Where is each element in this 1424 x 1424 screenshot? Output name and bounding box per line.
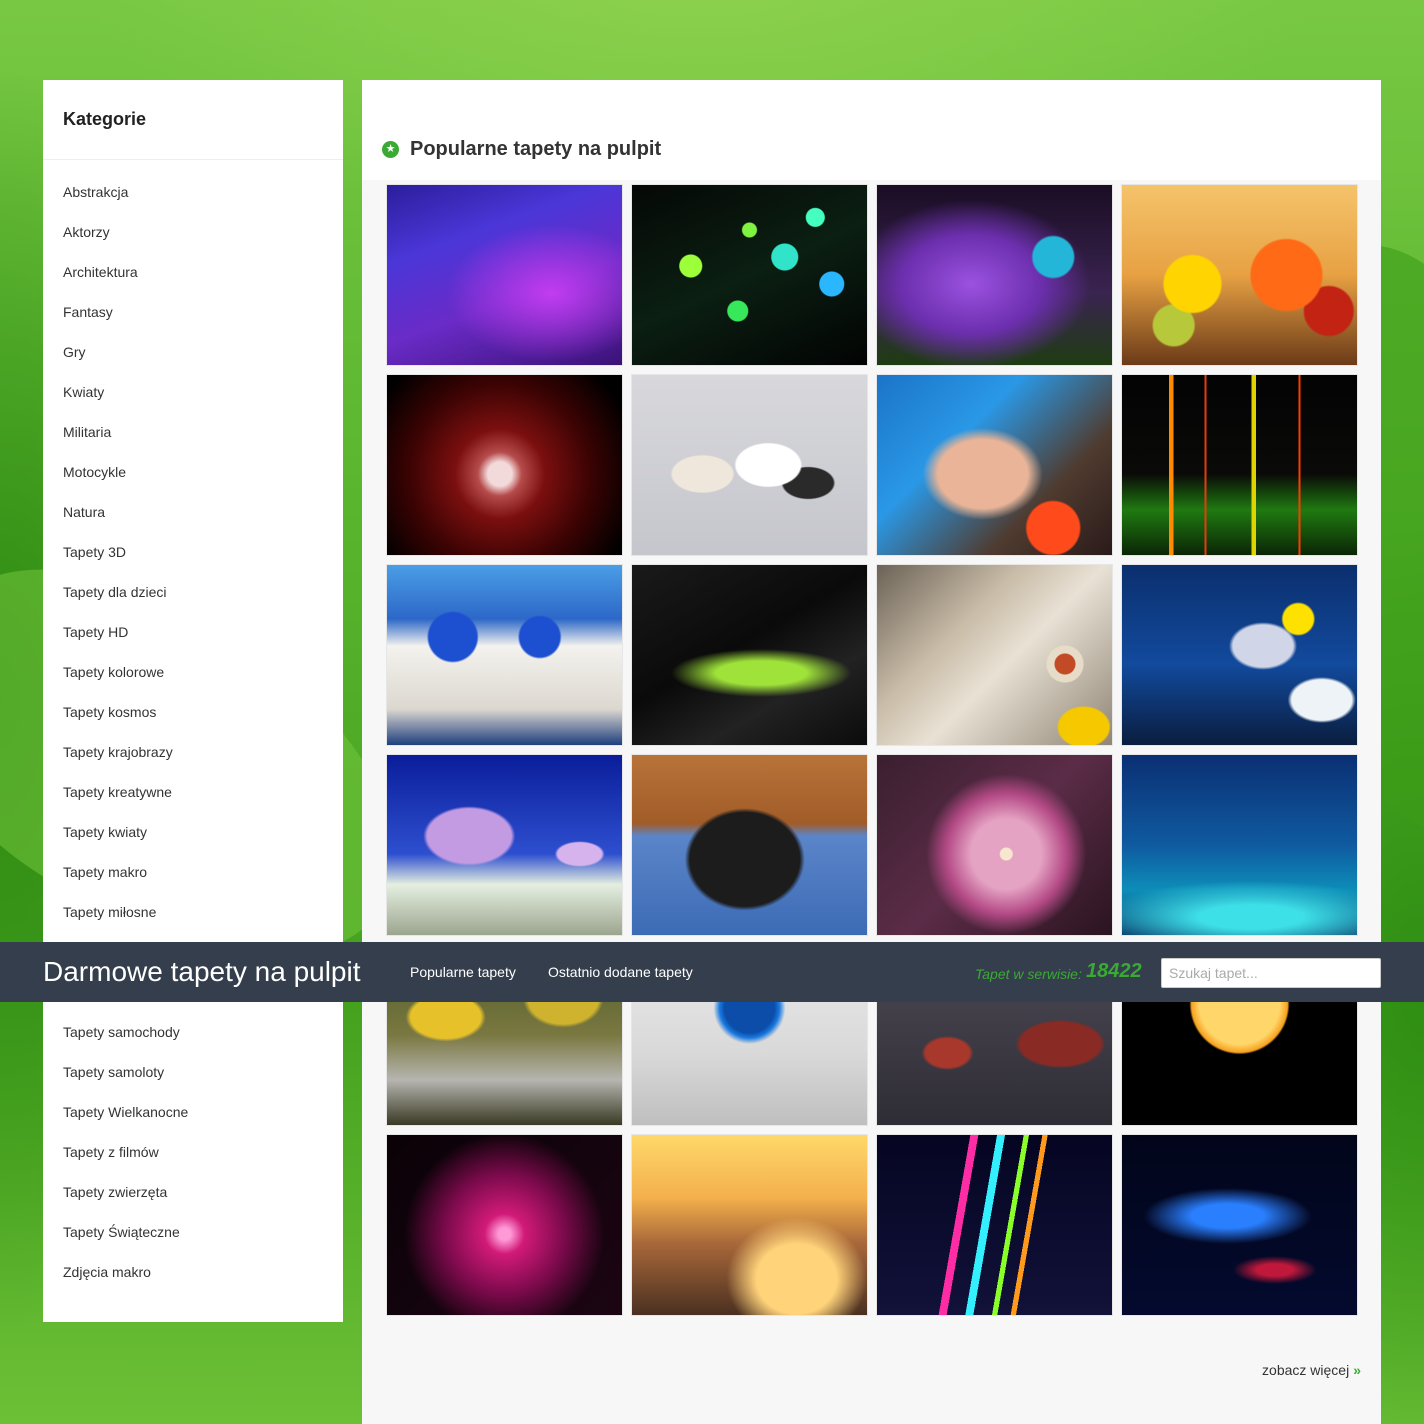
wallpaper-thumbnail[interactable] (1122, 185, 1357, 365)
category-link[interactable]: Natura (43, 492, 343, 532)
see-more-link[interactable]: zobacz więcej» (1262, 1362, 1361, 1378)
section-title: Popularne tapety na pulpit (410, 138, 662, 160)
wallpaper-thumbnail[interactable] (877, 565, 1112, 745)
wallpaper-thumbnail[interactable] (632, 375, 867, 555)
main-header-area (362, 80, 1381, 180)
category-link[interactable]: Tapety makro (43, 852, 343, 892)
main-panel: ★ Popularne tapety na pulpit zobacz więc… (362, 80, 1381, 1424)
wallpaper-thumbnail[interactable] (387, 565, 622, 745)
category-link[interactable]: Tapety kolorowe (43, 652, 343, 692)
wallpaper-thumbnail[interactable] (387, 1135, 622, 1315)
category-link[interactable]: Tapety kreatywne (43, 772, 343, 812)
category-link[interactable]: Tapety Świąteczne (43, 1212, 343, 1252)
category-link[interactable]: Tapety kosmos (43, 692, 343, 732)
wallpaper-thumbnail[interactable] (877, 755, 1112, 935)
wallpaper-thumbnail[interactable] (877, 375, 1112, 555)
double-chevron-right-icon: » (1353, 1362, 1361, 1378)
wallpaper-thumbnail[interactable] (387, 185, 622, 365)
see-more-label: zobacz więcej (1262, 1362, 1350, 1378)
category-link[interactable]: Tapety zwierzęta (43, 1172, 343, 1212)
category-link[interactable]: Tapety krajobrazy (43, 732, 343, 772)
section-header: ★ Popularne tapety na pulpit (382, 138, 661, 161)
search-input[interactable] (1161, 958, 1381, 988)
wallpaper-thumbnail[interactable] (1122, 1135, 1357, 1315)
category-link[interactable]: Kwiaty (43, 372, 343, 412)
category-link[interactable]: Tapety kwiaty (43, 812, 343, 852)
categories-sidebar: Kategorie Abstrakcja Aktorzy Architektur… (43, 80, 343, 1322)
wallpaper-thumbnail[interactable] (1122, 375, 1357, 555)
category-link[interactable]: Tapety samoloty (43, 1052, 343, 1092)
category-link[interactable]: Tapety z filmów (43, 1132, 343, 1172)
wallpaper-count-label: Tapet w serwisie: (975, 966, 1082, 982)
wallpaper-thumbnail[interactable] (632, 1135, 867, 1315)
category-link[interactable]: Aktorzy (43, 212, 343, 252)
category-link[interactable]: Architektura (43, 252, 343, 292)
category-link[interactable]: Zdjęcia makro (43, 1252, 343, 1292)
category-link[interactable]: Tapety HD (43, 612, 343, 652)
wallpaper-thumbnail[interactable] (1122, 755, 1357, 935)
wallpaper-thumbnail[interactable] (387, 375, 622, 555)
wallpaper-thumbnail[interactable] (632, 185, 867, 365)
wallpaper-thumbnail[interactable] (387, 755, 622, 935)
wallpaper-count-value: 18422 (1086, 960, 1142, 982)
category-link[interactable]: Tapety samochody (43, 1012, 343, 1052)
category-link[interactable]: Tapety dla dzieci (43, 572, 343, 612)
star-circle-icon: ★ (382, 141, 399, 158)
top-navbar: Darmowe tapety na pulpit Popularne tapet… (0, 942, 1424, 1002)
category-link[interactable]: Abstrakcja (43, 172, 343, 212)
site-brand[interactable]: Darmowe tapety na pulpit (43, 956, 361, 988)
category-link[interactable]: Fantasy (43, 292, 343, 332)
sidebar-title: Kategorie (43, 80, 343, 160)
category-link[interactable]: Gry (43, 332, 343, 372)
nav-popular-wallpapers[interactable]: Popularne tapety (410, 964, 516, 980)
wallpaper-thumbnail[interactable] (632, 565, 867, 745)
category-link[interactable]: Tapety 3D (43, 532, 343, 572)
wallpaper-thumbnail[interactable] (1122, 565, 1357, 745)
category-link[interactable]: Motocykle (43, 452, 343, 492)
wallpaper-thumbnail[interactable] (632, 755, 867, 935)
wallpaper-thumbnail[interactable] (877, 1135, 1112, 1315)
category-link[interactable]: Tapety miłosne (43, 892, 343, 932)
category-list: Abstrakcja Aktorzy Architektura Fantasy … (43, 160, 343, 1292)
wallpaper-thumbnail[interactable] (877, 185, 1112, 365)
nav-recently-added[interactable]: Ostatnio dodane tapety (548, 964, 693, 980)
category-link[interactable]: Militaria (43, 412, 343, 452)
category-link[interactable]: Tapety Wielkanocne (43, 1092, 343, 1132)
